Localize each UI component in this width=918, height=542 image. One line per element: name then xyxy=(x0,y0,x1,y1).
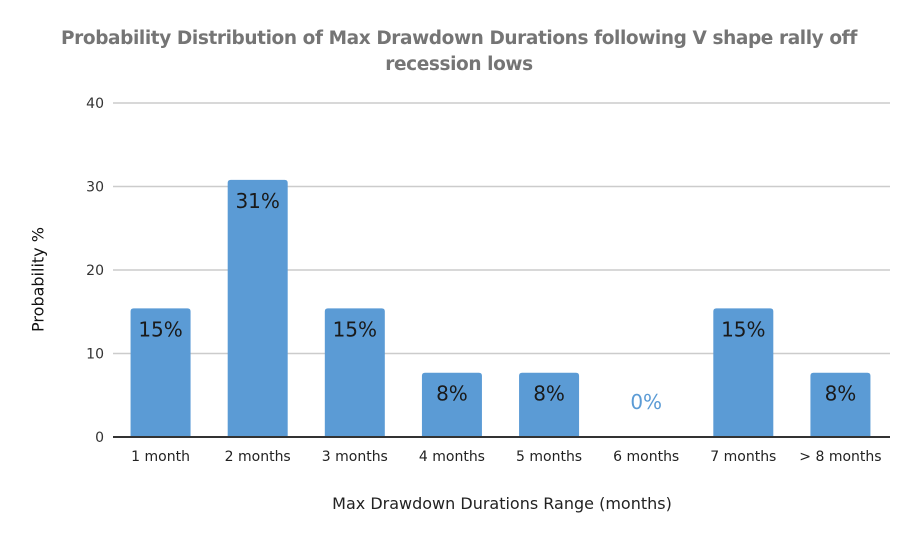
data-label: 15% xyxy=(721,317,765,341)
data-label: 8% xyxy=(825,382,857,406)
data-label: 8% xyxy=(436,382,468,406)
y-tick-label: 30 xyxy=(86,180,104,196)
bar xyxy=(227,179,288,436)
data-label: 15% xyxy=(333,317,377,341)
data-label: 0% xyxy=(630,390,662,414)
x-tick-label: 5 months xyxy=(516,449,582,465)
x-tick-label: 3 months xyxy=(322,449,388,465)
y-tick-label: 40 xyxy=(86,96,104,112)
data-label: 15% xyxy=(138,317,182,341)
x-tick-label: 4 months xyxy=(419,449,485,465)
x-tick-label: 2 months xyxy=(225,449,291,465)
x-tick-label: > 8 months xyxy=(799,449,881,465)
data-label: 31% xyxy=(235,189,279,213)
y-tick-label: 20 xyxy=(86,263,104,279)
bar-chart: 0 10 20 30 40 15% 1 month 31% 2 months 15% 3 month… xyxy=(86,96,890,465)
data-label: 8% xyxy=(533,382,565,406)
y-tick-label: 0 xyxy=(95,430,104,446)
x-tick-label: 1 month xyxy=(131,449,190,465)
x-tick-label: 6 months xyxy=(613,449,679,465)
x-tick-label: 7 months xyxy=(710,449,776,465)
y-tick-label: 10 xyxy=(86,347,104,363)
